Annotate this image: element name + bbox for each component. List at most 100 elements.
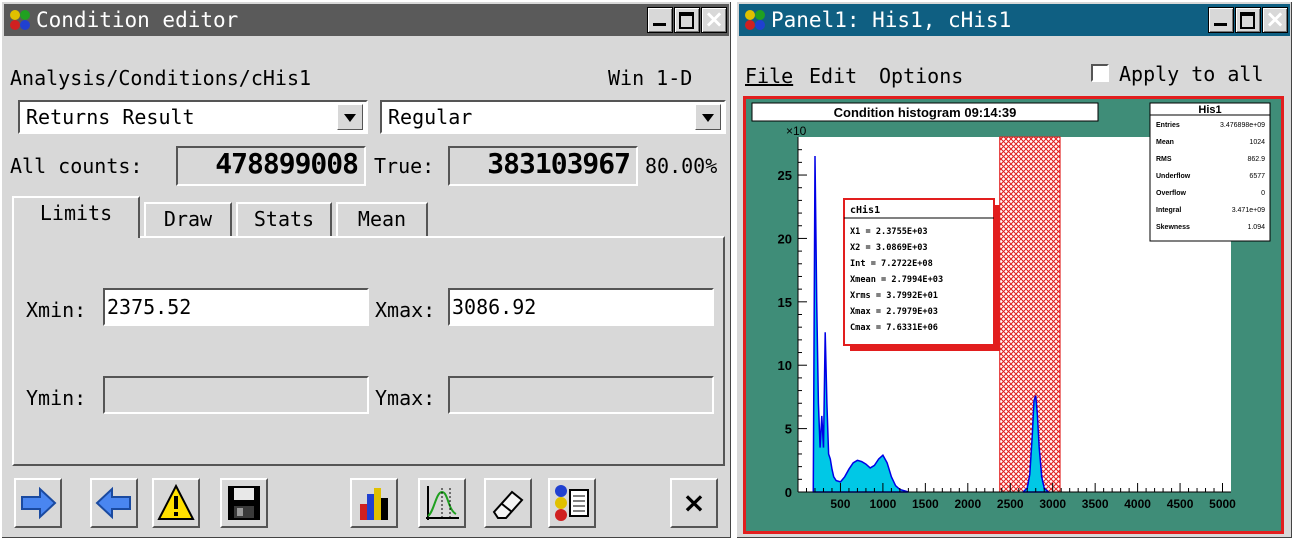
stats-title: His1 [1198,104,1221,116]
app-icon [10,10,30,30]
limits-tab-panel [12,236,725,466]
stats-row-value: 3.471e+09 [1232,207,1265,214]
stats-box: His1 Entries 3.476898e+09 Mean 1024 RMS 862.9… [1149,102,1271,242]
maximize-icon [1240,12,1255,29]
apply-to-all-label: Apply to all [1119,62,1264,86]
maximize-icon [679,12,694,29]
minimize-button[interactable] [1208,7,1234,33]
close-window-button[interactable]: × [1262,5,1288,33]
histogram-button[interactable] [350,478,398,528]
condition-path: Analysis/Conditions/cHis1 [10,66,312,90]
stats-row-value: 1024 [1249,139,1265,146]
title-bar: Panel1: His1, cHis1 × [739,4,1290,36]
chevron-down-icon[interactable] [337,104,363,130]
erase-button[interactable] [484,478,532,528]
stats-row-value: 1.094 [1247,224,1265,231]
menu-edit[interactable]: Edit [809,64,857,88]
tab-draw[interactable]: Draw [144,202,232,236]
info-button[interactable] [548,478,596,528]
window-title: Condition editor [36,8,239,32]
info-list-icon [555,485,589,521]
app-icon [745,10,765,30]
get-values-button[interactable] [90,478,138,528]
stats-row-label: Underflow [1156,173,1191,180]
histogram-icon [360,488,388,520]
arrow-left-icon [95,486,131,520]
close-icon: × [682,486,706,519]
y-tick-label: 15 [778,295,792,310]
x-tick-label: 2500 [997,497,1024,511]
menu-file[interactable]: File [745,64,793,88]
stats-row-value: 0 [1261,190,1265,197]
apply-button[interactable] [14,478,62,528]
tab-limits[interactable]: Limits [12,196,140,238]
x-tick-label: 1500 [912,497,939,511]
stats-row-label: RMS [1156,156,1172,163]
ymin-field[interactable] [103,376,369,414]
histogram-canvas[interactable]: 500 1000 1500 2000 2500 3000 3500 4000 4500 5000 0… [743,96,1284,534]
xmax-label: Xmax: [375,298,436,322]
save-button[interactable] [220,478,268,528]
cond-row: Xmax = 2.7979E+03 [850,307,938,317]
stats-row-label: Mean [1156,139,1174,146]
x-tick-label: 3000 [1039,497,1066,511]
maximize-button[interactable] [674,7,700,33]
xmin-field[interactable]: 2375.52 [103,288,369,326]
true-label: True: [374,154,435,178]
tab-stats[interactable]: Stats [236,202,332,236]
cond-row: X1 = 2.3755E+03 [850,227,928,237]
true-percentage: 80.00% [645,154,718,178]
close-editor-button[interactable]: × [670,478,718,528]
panel-window: Panel1: His1, cHis1 × File Edit Options … [735,0,1294,540]
xmin-label: Xmin: [26,298,87,322]
x-tick-label: 5000 [1209,497,1236,511]
close-x-icon: × [1264,5,1286,33]
window-title: Panel1: His1, cHis1 [771,8,1012,32]
result-mode-select[interactable]: Returns Result [18,100,368,134]
arrow-right-icon [21,486,57,520]
cond-row: Int = 7.2722E+08 [850,259,933,269]
graph-button[interactable] [418,478,466,528]
x-tick-label: 3500 [1082,497,1109,511]
eraser-icon [492,490,524,519]
close-window-button[interactable]: × [701,5,727,33]
y-tick-label: 5 [785,422,792,437]
condition-histogram-chart[interactable]: 500 1000 1500 2000 2500 3000 3500 4000 4500 5000 0… [746,99,1281,531]
true-counts-display: 383103967 [448,146,638,186]
stats-row-value: 6577 [1249,173,1265,180]
condition-window [999,136,1061,493]
condition-info-box: cHis1 X1 = 2.3755E+03 X2 = 3.0869E+03 Int … [843,198,1000,351]
x-tick-label: 4500 [1167,497,1194,511]
ymax-label: Ymax: [375,386,436,410]
y-tick-label: 20 [778,231,792,246]
y-tick-label: 10 [778,358,792,373]
maximize-button[interactable] [1235,7,1261,33]
warning-icon [157,483,195,520]
x-tick-label: 4000 [1124,497,1151,511]
stats-row-value: 3.476898e+09 [1220,122,1265,129]
result-mode-value: Returns Result [26,105,195,129]
chart-title: Condition histogram 09:14:39 [834,105,1017,120]
stats-row-label: Overflow [1156,190,1187,197]
condition-mode-select[interactable]: Regular [380,100,726,134]
graph-icon [426,486,459,520]
chevron-down-icon[interactable] [695,104,721,130]
apply-to-all-checkbox[interactable] [1091,64,1109,82]
title-bar: Condition editor × [4,4,729,36]
cond-row: Xrms = 3.7992E+01 [850,291,938,301]
ymax-field[interactable] [448,376,714,414]
menu-options[interactable]: Options [879,64,963,88]
all-counts-display: 478899008 [176,146,366,186]
cond-row: Xmean = 2.7994E+03 [850,275,943,285]
stats-row-label: Integral [1156,207,1181,214]
minimize-icon [653,23,666,26]
all-counts-label: All counts: [10,154,143,178]
warning-button[interactable] [152,478,200,528]
ymin-label: Ymin: [26,386,87,410]
cond-row: X2 = 3.0869E+03 [850,243,928,253]
condition-editor-window: Condition editor × Analysis/Conditions/c… [0,0,733,540]
tab-mean[interactable]: Mean [336,202,428,236]
stats-row-label: Skewness [1156,224,1190,231]
xmax-field[interactable]: 3086.92 [448,288,714,326]
minimize-button[interactable] [647,7,673,33]
